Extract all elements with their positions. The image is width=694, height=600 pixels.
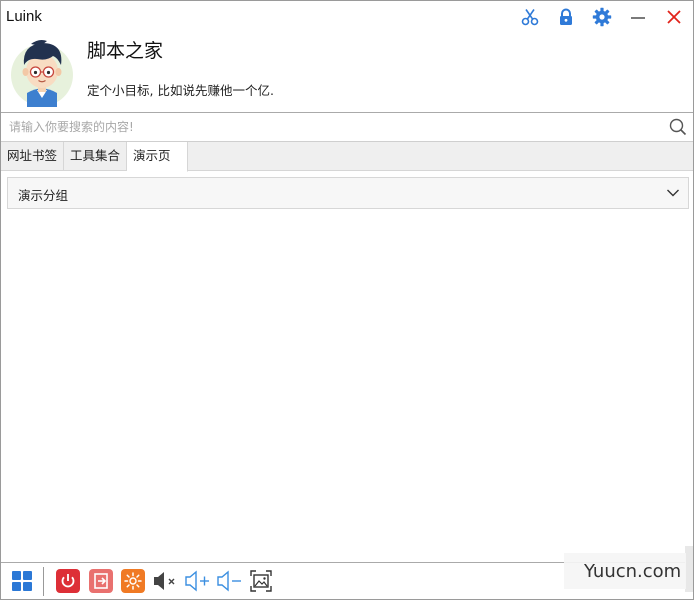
group-label: 演示分组	[18, 188, 69, 203]
profile-name: 脚本之家	[87, 40, 164, 62]
watermark-edge	[685, 546, 693, 592]
volume-down-icon[interactable]	[216, 569, 244, 593]
minimize-icon[interactable]	[627, 6, 649, 28]
watermark: Yuucn.com	[564, 553, 686, 589]
logout-icon[interactable]	[89, 569, 113, 593]
power-icon[interactable]	[56, 569, 80, 593]
tab-demo[interactable]: 演示页面	[127, 142, 188, 191]
app-title: Luink	[6, 8, 42, 25]
gear-icon[interactable]	[591, 6, 613, 28]
watermark-text: Yuucn.com	[584, 561, 682, 582]
app-window: Luink 脚本之家 定个小目标, 比如说先赚他一个亿. 请输入你要搜索的内容!…	[0, 0, 694, 600]
volume-up-icon[interactable]	[184, 569, 212, 593]
avatar[interactable]	[9, 35, 75, 107]
tab-bookmarks[interactable]: 网址书签	[1, 142, 64, 171]
group-header-demo[interactable]: 演示分组	[7, 177, 689, 209]
close-icon[interactable]	[663, 6, 685, 28]
tab-tools[interactable]: 工具集合	[64, 142, 127, 171]
chevron-down-icon	[667, 189, 679, 197]
sun-icon[interactable]	[121, 569, 145, 593]
scissors-icon[interactable]	[519, 6, 541, 28]
profile-motto: 定个小目标, 比如说先赚他一个亿.	[87, 83, 274, 98]
title-bar: Luink	[1, 1, 693, 33]
mute-icon[interactable]	[152, 569, 180, 593]
screenshot-icon[interactable]	[249, 569, 273, 593]
toolbar-divider	[43, 567, 44, 596]
search-bar	[1, 112, 693, 142]
profile-header: 脚本之家 定个小目标, 比如说先赚他一个亿.	[1, 31, 693, 111]
lock-icon[interactable]	[555, 6, 577, 28]
search-input[interactable]	[1, 113, 661, 141]
windows-start-icon[interactable]	[10, 569, 34, 593]
search-icon[interactable]	[669, 118, 687, 136]
tab-bar: 网址书签 工具集合 演示页面	[1, 142, 693, 191]
